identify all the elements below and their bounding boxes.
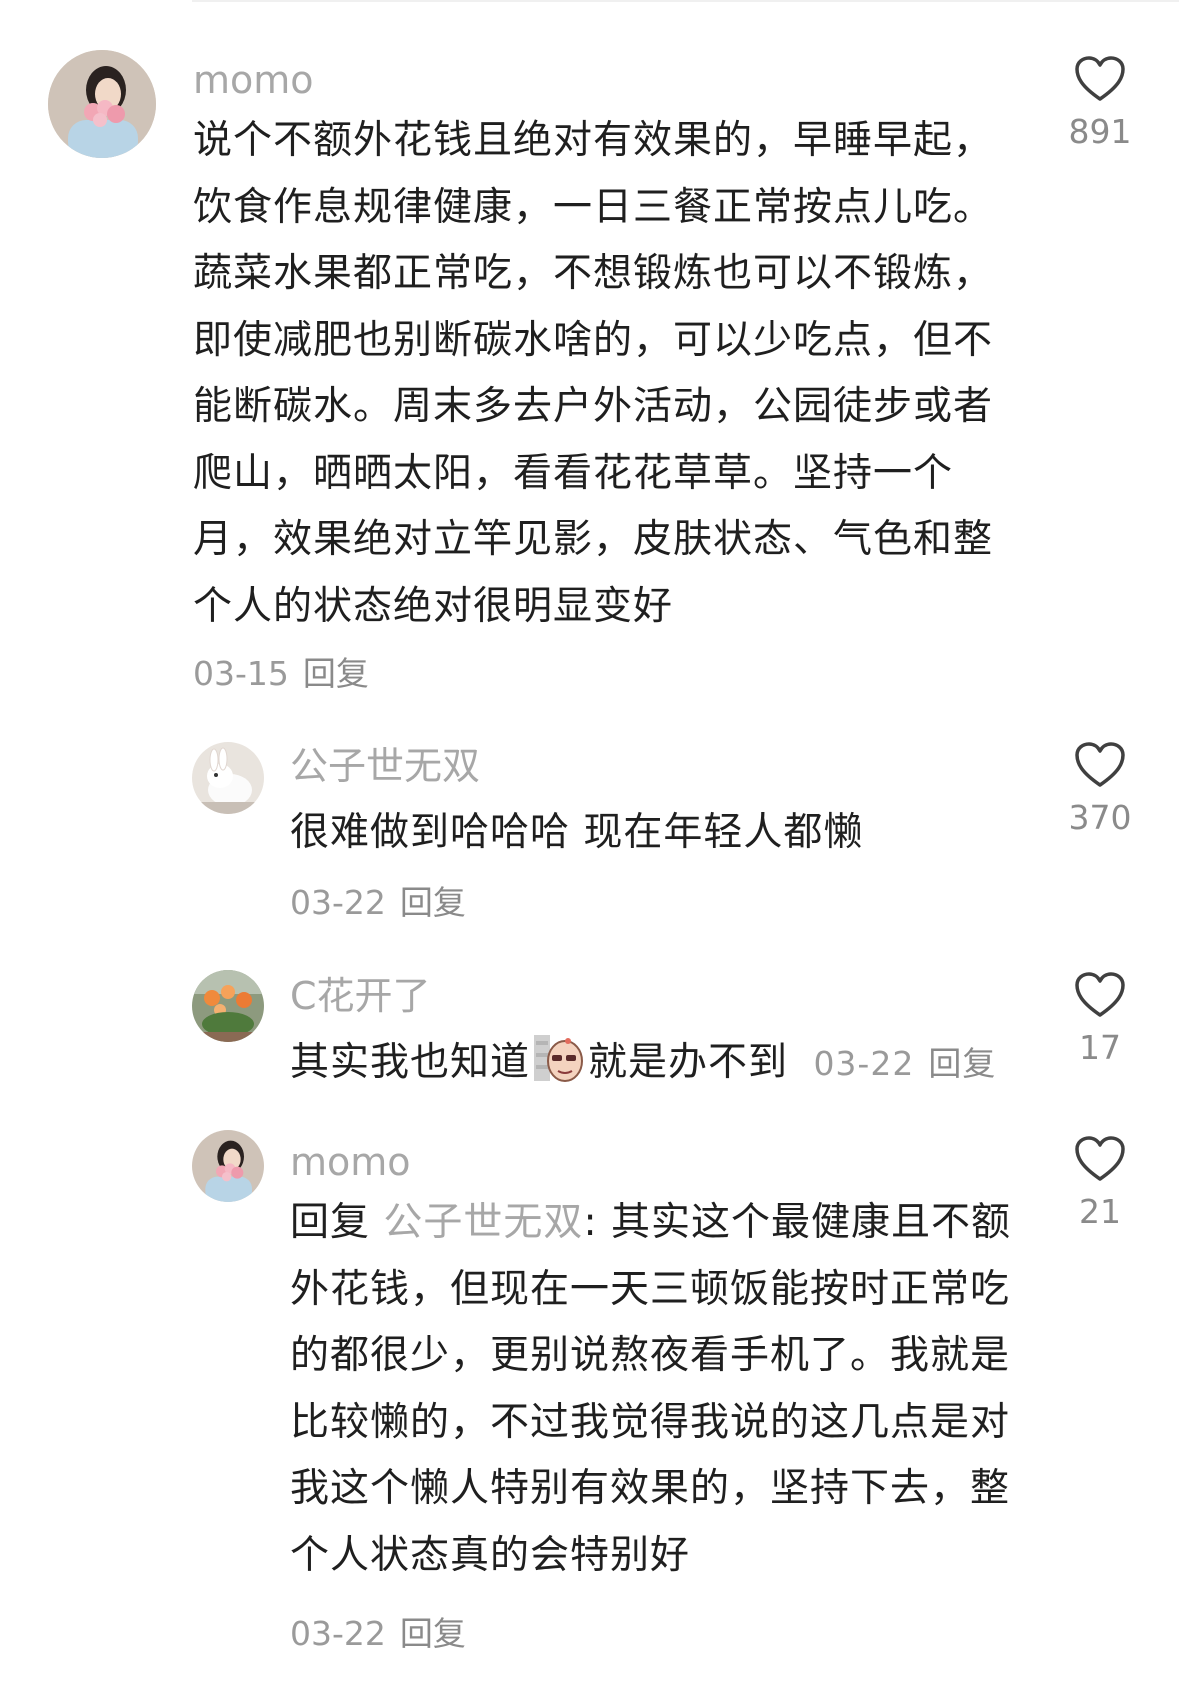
avatar[interactable] (48, 50, 156, 158)
heart-icon (1075, 1136, 1125, 1181)
mention-separator: : (583, 1200, 598, 1245)
reply-button[interactable]: 回复 (400, 1614, 466, 1653)
comment-item: momo 回复 公子世无双: 其实这个最健康且不额外花钱，但现在一天三顿饭能按时… (0, 1110, 1179, 1686)
like-button[interactable]: 891 (1045, 56, 1155, 152)
heart-icon (1075, 56, 1125, 101)
reply-button[interactable]: 回复 (400, 883, 466, 922)
like-count: 17 (1079, 1028, 1121, 1067)
username[interactable]: 公子世无双 (290, 744, 480, 788)
comment-text: 说个不额外花钱且绝对有效果的，早睡早起，饮食作息规律健康，一日三餐正常按点儿吃。… (193, 118, 994, 629)
woman-with-flowers-avatar-icon (48, 50, 156, 158)
like-count: 370 (1068, 798, 1132, 837)
comment-text-part: 其实我也知道 (290, 1040, 531, 1085)
heart-icon (1075, 742, 1125, 787)
comment-date: 03-22 (813, 1044, 915, 1083)
avatar[interactable] (192, 1130, 264, 1202)
heart-icon (1075, 972, 1125, 1017)
flowers-avatar-icon (192, 970, 264, 1042)
username[interactable]: C花开了 (290, 974, 431, 1018)
avatar[interactable] (192, 970, 264, 1042)
reply-prefix: 回复 (290, 1200, 371, 1245)
like-count: 891 (1068, 112, 1132, 151)
white-rabbit-avatar-icon (192, 742, 264, 814)
like-count: 21 (1079, 1192, 1121, 1231)
comment-text: 回复 公子世无双: 其实这个最健康且不额外花钱，但现在一天三顿饭能按时正常吃的都… (290, 1190, 1035, 1589)
comment-text: 很难做到哈哈哈 现在年轻人都懒 (290, 810, 864, 855)
comment-date: 03-22 (290, 1614, 386, 1653)
woman-with-flowers-avatar-icon (192, 1130, 264, 1202)
comment-meta: 03-15 回复 (193, 654, 369, 694)
comment-item: 公子世无双 很难做到哈哈哈 现在年轻人都懒 03-22 回复 370 (0, 720, 1179, 930)
mention-link[interactable]: 公子世无双 (383, 1200, 583, 1245)
comment-date: 03-15 (193, 654, 289, 693)
comment-meta: 03-22 回复 (290, 883, 466, 923)
reply-button[interactable]: 回复 (928, 1044, 996, 1083)
avatar[interactable] (192, 742, 264, 814)
comment-meta: 03-22 回复 (813, 1044, 996, 1083)
comment-item: C花开了 其实我也知道 就是办不到 03-22 回复 17 (0, 950, 1179, 1100)
comment-item: momo 说个不额外花钱且绝对有效果的，早睡早起，饮食作息规律健康，一日三餐正常… (0, 0, 1179, 700)
comment-text-part: 就是办不到 (588, 1040, 789, 1085)
like-button[interactable]: 21 (1045, 1136, 1155, 1232)
username[interactable]: momo (193, 58, 314, 102)
reply-button[interactable]: 回复 (303, 654, 369, 693)
like-button[interactable]: 370 (1045, 742, 1155, 838)
peanut-emoji-sticker-icon (532, 1031, 586, 1085)
comment-text-body: 其实这个最健康且不额外花钱，但现在一天三顿饭能按时正常吃的都很少，更别说熬夜看手… (290, 1200, 1011, 1578)
username[interactable]: momo (290, 1140, 411, 1184)
comment-date: 03-22 (290, 883, 386, 922)
comment-text: 其实我也知道 就是办不到 03-22 回复 (290, 1030, 996, 1097)
comment-meta: 03-22 回复 (290, 1614, 466, 1654)
like-button[interactable]: 17 (1045, 972, 1155, 1068)
